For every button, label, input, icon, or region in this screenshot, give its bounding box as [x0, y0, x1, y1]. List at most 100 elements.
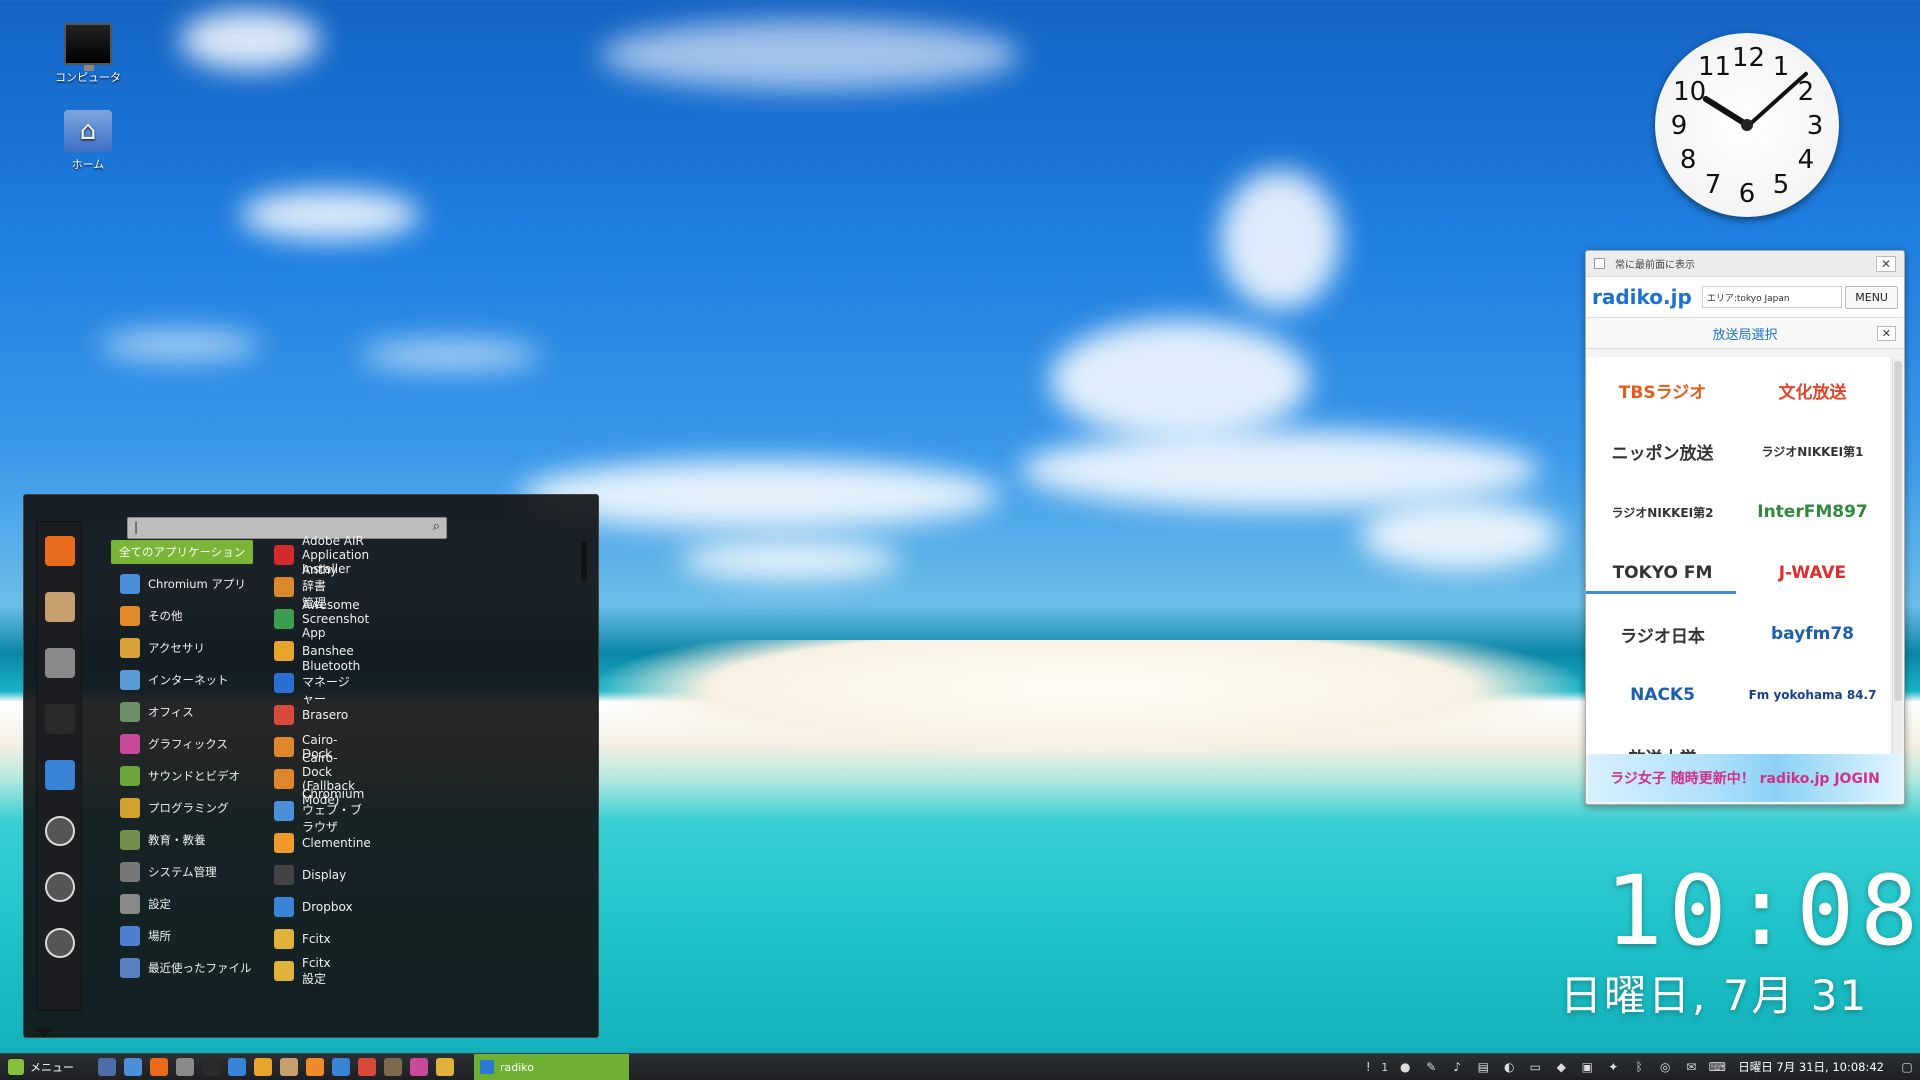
- station-select-header: 放送局選択 ✕: [1586, 317, 1904, 349]
- category-item[interactable]: Chromium アプリ: [114, 572, 246, 596]
- station-select-close-button[interactable]: ✕: [1876, 325, 1896, 341]
- user-icon[interactable]: ●: [1397, 1059, 1413, 1075]
- system-monitor-icon[interactable]: [358, 1058, 376, 1076]
- firefox-icon[interactable]: [45, 536, 75, 566]
- system-settings-icon[interactable]: [45, 648, 75, 678]
- station-item[interactable]: J-WAVE: [1740, 544, 1885, 602]
- station-item[interactable]: Fm yokohama 84.7: [1740, 666, 1885, 724]
- category-item[interactable]: その他: [114, 604, 183, 628]
- notification-icon[interactable]: !: [1360, 1059, 1376, 1075]
- category-item[interactable]: システム管理: [114, 860, 217, 884]
- drive-icon[interactable]: ▭: [1527, 1059, 1543, 1075]
- pen-icon[interactable]: ✎: [1423, 1059, 1439, 1075]
- dropbox-icon[interactable]: ✦: [1605, 1059, 1621, 1075]
- radiko-close-button[interactable]: ✕: [1875, 255, 1896, 272]
- chromium-icon[interactable]: [124, 1058, 142, 1076]
- network-icon[interactable]: [436, 1058, 454, 1076]
- desktop-icon-computer[interactable]: コンピュータ: [43, 23, 133, 85]
- always-on-top-checkbox[interactable]: [1594, 258, 1605, 269]
- vlc-icon[interactable]: [306, 1058, 324, 1076]
- category-item[interactable]: アクセサリ: [114, 636, 205, 660]
- menu-button[interactable]: メニュー: [0, 1054, 82, 1080]
- station-item[interactable]: NACK5: [1590, 666, 1735, 724]
- app-item[interactable]: Dropbox: [274, 893, 353, 921]
- fcitx-settings-icon: [274, 961, 294, 981]
- taskbar-window-radiko[interactable]: radiko: [474, 1053, 629, 1080]
- category-item[interactable]: プログラミング: [114, 796, 229, 820]
- radiko-header: radiko.jp エリア:tokyo Japan MENU: [1586, 277, 1904, 317]
- radiko-widget[interactable]: 常に最前面に表示 ✕ radiko.jp エリア:tokyo Japan MEN…: [1585, 250, 1905, 805]
- station-item[interactable]: ラジオNIKKEI第2: [1590, 483, 1735, 541]
- station-item[interactable]: 文化放送: [1740, 361, 1885, 419]
- clipboard-icon[interactable]: ▤: [1475, 1059, 1491, 1075]
- app-item[interactable]: Chromium ウェブ・ブラウザ: [274, 787, 364, 834]
- category-item[interactable]: オフィス: [114, 700, 194, 724]
- mail-icon[interactable]: ✉: [1683, 1059, 1699, 1075]
- show-desktop-icon[interactable]: ▢: [1899, 1059, 1915, 1075]
- terminal-icon[interactable]: [45, 704, 75, 734]
- category-item[interactable]: 場所: [114, 924, 171, 948]
- internet-icon: [120, 670, 140, 690]
- desktop-icon-label: コンピュータ: [55, 71, 121, 84]
- files-icon[interactable]: [45, 760, 75, 790]
- scrollbar-thumb[interactable]: [1894, 361, 1902, 701]
- category-item[interactable]: 最近使ったファイル: [114, 956, 252, 980]
- network-icon[interactable]: ◐: [1501, 1059, 1517, 1075]
- station-list-scrollbar[interactable]: [1892, 359, 1902, 759]
- area-field[interactable]: エリア:tokyo Japan: [1701, 286, 1842, 308]
- wireless-icon[interactable]: ◎: [1657, 1059, 1673, 1075]
- keyboard-icon[interactable]: ⌨: [1709, 1059, 1726, 1075]
- station-item[interactable]: TBSラジオ: [1590, 361, 1735, 419]
- station-item[interactable]: ラジオ日本: [1590, 605, 1735, 663]
- terminal-icon[interactable]: [202, 1058, 220, 1076]
- banshee-icon[interactable]: [254, 1058, 272, 1076]
- color-picker-icon[interactable]: [410, 1058, 428, 1076]
- station-item[interactable]: InterFM897: [1740, 483, 1885, 541]
- volume-icon[interactable]: ♪: [1449, 1059, 1465, 1075]
- taskbar-clock[interactable]: 日曜日 7月 31日, 10:08:42: [1738, 1059, 1884, 1075]
- programming-icon: [120, 798, 140, 818]
- radiko-banner[interactable]: ラジ女子 随時更新中！ radiko.jp JOGIN: [1588, 754, 1902, 802]
- lock-icon[interactable]: [45, 816, 75, 846]
- app-item[interactable]: Brasero: [274, 701, 348, 729]
- app-list-scrollbar[interactable]: [581, 541, 587, 581]
- search-icon: ⌕: [432, 519, 440, 534]
- app-item[interactable]: Fcitx: [274, 925, 331, 953]
- category-item[interactable]: 教育・教養: [114, 828, 206, 852]
- shutdown-icon[interactable]: [45, 928, 75, 958]
- category-item[interactable]: グラフィックス: [114, 732, 228, 756]
- station-item[interactable]: bayfm78: [1740, 605, 1885, 663]
- radiko-logo[interactable]: radiko.jp: [1592, 285, 1692, 309]
- category-item[interactable]: インターネット: [114, 668, 229, 692]
- app-item[interactable]: Bluetooth マネージャー: [274, 659, 360, 706]
- files-icon[interactable]: [228, 1058, 246, 1076]
- station-item[interactable]: 放送大学: [1590, 727, 1735, 756]
- shield-icon[interactable]: ◆: [1553, 1059, 1569, 1075]
- recent-files-icon: [120, 958, 140, 978]
- show-desktop-icon[interactable]: [98, 1058, 116, 1076]
- firefox-icon[interactable]: [150, 1058, 168, 1076]
- update-icon[interactable]: ▣: [1579, 1059, 1595, 1075]
- app-item[interactable]: Fcitx 設定: [274, 956, 331, 986]
- package-icon[interactable]: [45, 592, 75, 622]
- app-item[interactable]: Display: [274, 861, 346, 889]
- logout-icon[interactable]: [45, 872, 75, 902]
- gimp-icon[interactable]: [384, 1058, 402, 1076]
- archive-icon[interactable]: [280, 1058, 298, 1076]
- category-item[interactable]: サウンドとビデオ: [114, 764, 240, 788]
- bluetooth-icon[interactable]: ᛒ: [1631, 1059, 1647, 1075]
- analog-clock-widget[interactable]: 12 1 2 3 4 5 6 7 8 9 10 11: [1655, 33, 1839, 217]
- station-item[interactable]: ラジオNIKKEI第1: [1740, 422, 1885, 480]
- app-label: Bluetooth マネージャー: [302, 659, 361, 706]
- dock-icon[interactable]: [332, 1058, 350, 1076]
- app-item[interactable]: Anthy 辞書管理: [274, 563, 337, 610]
- station-item[interactable]: ニッポン放送: [1590, 422, 1735, 480]
- file-manager-icon[interactable]: [176, 1058, 194, 1076]
- search-input[interactable]: | ⌕: [127, 517, 447, 539]
- category-item[interactable]: 全てのアプリケーション: [111, 540, 254, 564]
- app-item[interactable]: Awesome Screenshot App: [274, 598, 369, 640]
- app-item[interactable]: Clementine: [274, 829, 371, 857]
- category-item[interactable]: 設定: [114, 892, 171, 916]
- desktop-icon-home[interactable]: ホーム: [43, 110, 133, 172]
- radiko-menu-button[interactable]: MENU: [1845, 285, 1898, 309]
